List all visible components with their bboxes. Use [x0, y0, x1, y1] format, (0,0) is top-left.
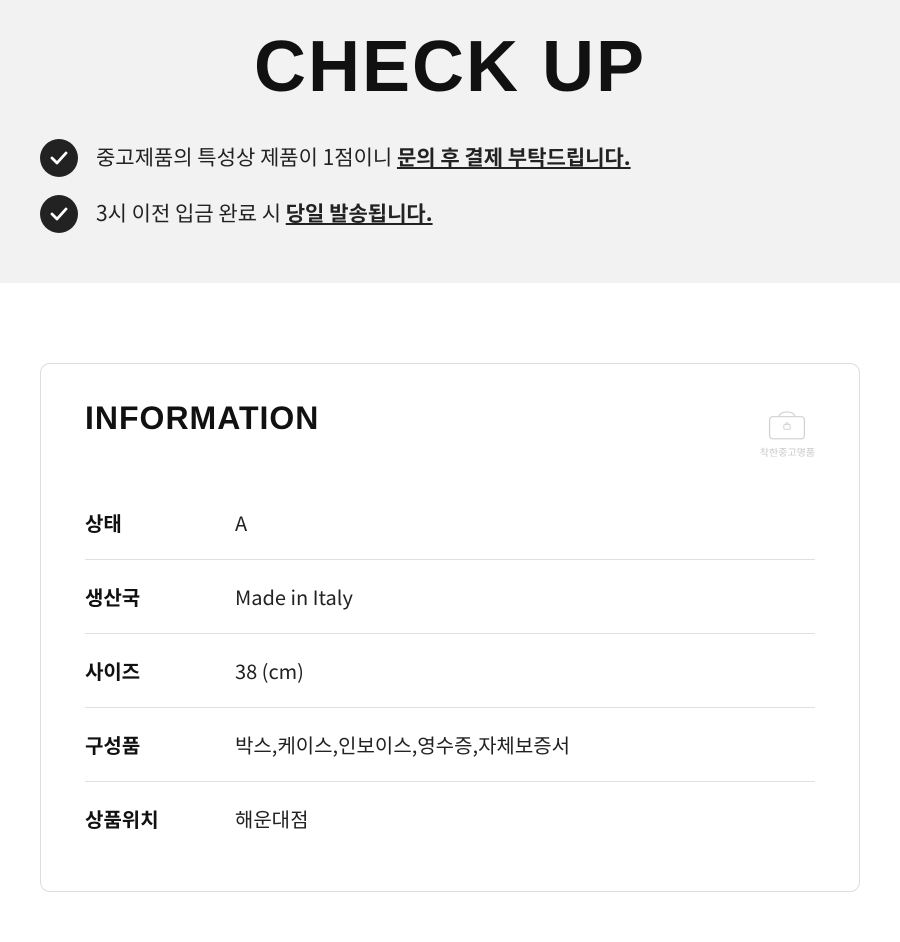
checkmark-icon-2 [40, 195, 78, 233]
info-row-value: 박스,케이스,인보이스,영수증,자체보증서 [215, 708, 815, 782]
info-row-label: 생산국 [85, 560, 215, 634]
info-row-value: 해운대점 [215, 782, 815, 856]
info-row-value: 38 (cm) [215, 634, 815, 708]
brand-name-text: 착한중고명품 [760, 445, 815, 458]
info-row-label: 상태 [85, 486, 215, 560]
information-title: INFORMATION [85, 400, 319, 437]
info-row-label: 구성품 [85, 708, 215, 782]
information-section: INFORMATION 착한중고명품 상태A생산국Made in Italy사이… [0, 333, 900, 942]
brand-watermark: 착한중고명품 [760, 404, 815, 458]
info-table-row: 상태A [85, 486, 815, 560]
notice-item-1: 중고제품의 특성상 제품이 1점이니 문의 후 결제 부탁드립니다. [40, 139, 860, 177]
information-table: 상태A생산국Made in Italy사이즈38 (cm)구성품박스,케이스,인… [85, 486, 815, 855]
info-row-value: A [215, 486, 815, 560]
info-table-row: 구성품박스,케이스,인보이스,영수증,자체보증서 [85, 708, 815, 782]
section-divider [0, 283, 900, 333]
info-table-row: 사이즈38 (cm) [85, 634, 815, 708]
info-table-row: 생산국Made in Italy [85, 560, 815, 634]
info-row-label: 상품위치 [85, 782, 215, 856]
notice-bold-2: 당일 발송됩니다. [286, 198, 433, 228]
header-section: CHECK UP 중고제품의 특성상 제품이 1점이니 문의 후 결제 부탁드립… [0, 0, 900, 283]
info-row-value: Made in Italy [215, 560, 815, 634]
info-card-header: INFORMATION 착한중고명품 [85, 400, 815, 458]
notice-list: 중고제품의 특성상 제품이 1점이니 문의 후 결제 부탁드립니다. 3시 이전… [40, 139, 860, 233]
notice-text-2: 3시 이전 입금 완료 시 당일 발송됩니다. [96, 198, 433, 230]
notice-bold-1: 문의 후 결제 부탁드립니다. [397, 142, 631, 172]
notice-item-2: 3시 이전 입금 완료 시 당일 발송됩니다. [40, 195, 860, 233]
info-table-row: 상품위치해운대점 [85, 782, 815, 856]
information-card: INFORMATION 착한중고명품 상태A생산국Made in Italy사이… [40, 363, 860, 892]
checkmark-icon-1 [40, 139, 78, 177]
brand-logo-icon [763, 404, 811, 442]
notice-text-1: 중고제품의 특성상 제품이 1점이니 문의 후 결제 부탁드립니다. [96, 142, 631, 174]
info-row-label: 사이즈 [85, 634, 215, 708]
page-title: CHECK UP [40, 28, 860, 107]
